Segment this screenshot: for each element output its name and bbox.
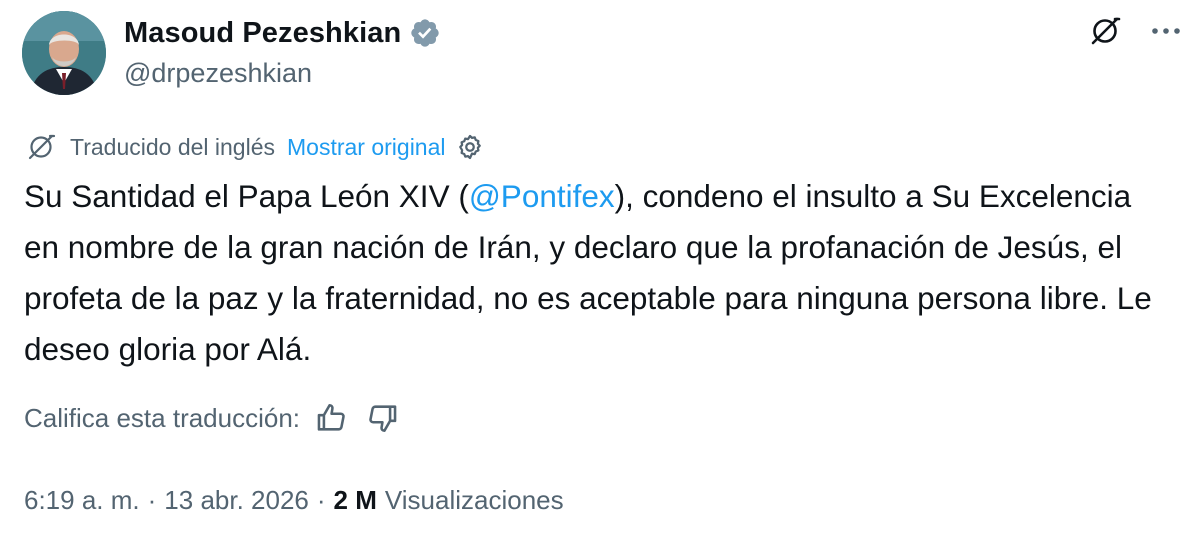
top-actions [1088,14,1182,48]
thumbs-down-icon[interactable] [366,401,400,435]
tweet-meta: 6:19 a. m. · 13 abr. 2026 · 2 M Visualiz… [24,481,564,519]
translation-icon [26,132,56,162]
tweet-text: Su Santidad el Papa León XIV (@Pontifex)… [24,171,1174,375]
show-original-link[interactable]: Mostrar original [287,134,446,161]
verified-badge-icon[interactable] [409,17,441,49]
display-name[interactable]: Masoud Pezeshkian [124,17,401,50]
gear-icon[interactable] [455,132,485,162]
translated-from-label: Traducido del inglés [70,133,275,160]
views-label[interactable]: Visualizaciones [385,485,564,516]
tweet-text-before: Su Santidad el Papa León XIV ( [24,178,469,214]
avatar[interactable] [22,11,106,95]
avatar-image [22,11,106,95]
mention-link[interactable]: @Pontifex [469,178,615,214]
no-translate-icon[interactable] [1088,14,1122,48]
author-name-row: Masoud Pezeshkian [124,14,441,52]
rate-translation-label: Califica esta traducción: [24,402,301,433]
views-count[interactable]: 2 M [334,485,377,516]
translation-notice: Traducido del inglés Mostrar original [26,130,485,164]
meta-separator: · [147,484,157,515]
user-handle[interactable]: @drpezeshkian [124,58,312,89]
more-dots-icon[interactable] [1150,26,1182,36]
tweet-time[interactable]: 6:19 a. m. [24,485,140,516]
thumbs-up-icon[interactable] [314,401,348,435]
tweet-date[interactable]: 13 abr. 2026 [164,485,309,516]
rate-translation: Califica esta traducción: [24,400,400,436]
meta-separator: · [316,484,326,515]
